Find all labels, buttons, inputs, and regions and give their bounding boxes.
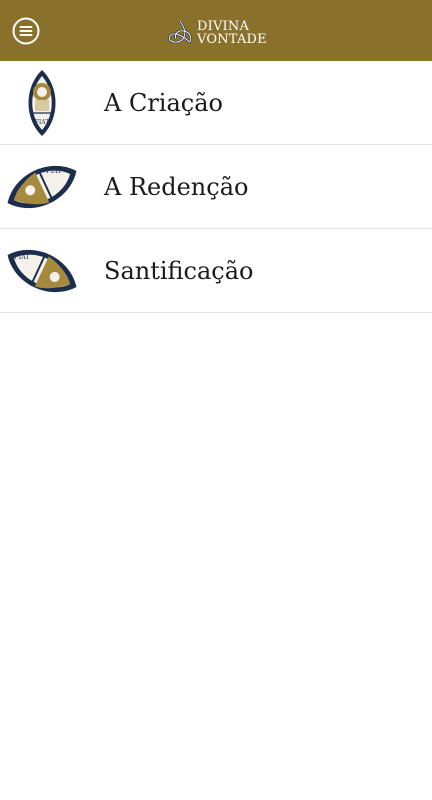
- topic-list: FIAT A Criação FIAT A Redenção FIAT Sant…: [0, 61, 432, 313]
- sanctification-emblem-icon: FIAT: [7, 250, 77, 292]
- brand-line-2: VONTADE: [197, 32, 267, 47]
- list-item-label: A Redenção: [104, 173, 249, 201]
- list-item-label: Santificação: [104, 257, 254, 285]
- brand-logo: DIVINA VONTADE: [165, 18, 267, 48]
- emblem-text: FIAT: [14, 253, 30, 261]
- menu-button[interactable]: [12, 17, 40, 45]
- emblem-text: FIAT: [35, 119, 50, 126]
- creation-emblem-icon: FIAT: [28, 70, 56, 136]
- top-app-bar: DIVINA VONTADE: [0, 0, 432, 61]
- emblem-text: FIAT: [46, 167, 62, 175]
- redemption-emblem-icon: FIAT: [7, 166, 77, 208]
- list-item-santificacao[interactable]: FIAT Santificação: [0, 229, 432, 313]
- app-screen: DIVINA VONTADE FIAT A Criação FIAT A Red…: [0, 0, 432, 800]
- trinity-knot-icon: [168, 20, 192, 44]
- list-item-label: A Criação: [104, 89, 223, 117]
- brand-name: DIVINA VONTADE: [197, 20, 267, 46]
- list-item-redencao[interactable]: FIAT A Redenção: [0, 145, 432, 229]
- hamburger-menu-icon: [12, 17, 40, 45]
- list-item-criacao[interactable]: FIAT A Criação: [0, 61, 432, 145]
